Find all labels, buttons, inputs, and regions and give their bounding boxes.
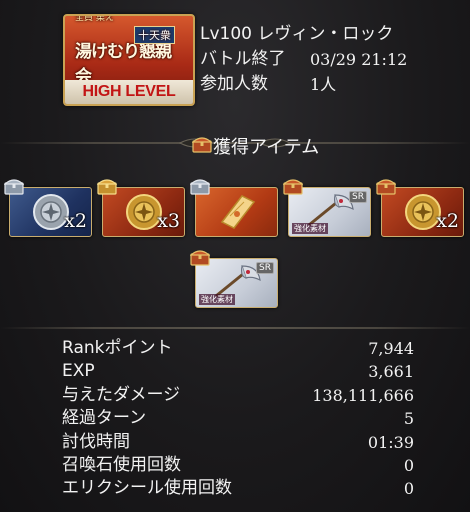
- result-value: 01:39: [367, 432, 414, 452]
- item-quantity: x3: [157, 210, 180, 232]
- result-row-rank-points: Rankポイント 7,944: [62, 337, 414, 360]
- gold-chest-icon: [97, 179, 117, 195]
- participants-value: 1人: [310, 75, 337, 94]
- battle-end-time: 03/29 21:12: [310, 50, 408, 69]
- result-value: 0: [403, 455, 414, 475]
- result-row-elixir-uses: エリクシール使用回数 0: [62, 477, 414, 500]
- red-chest-icon: [190, 250, 210, 266]
- results-divider: [0, 318, 470, 338]
- result-row-turns: 経過ターン 5: [62, 407, 414, 430]
- battle-end-row: バトル終了 03/29 21:12: [200, 47, 407, 72]
- item-quantity: x2: [436, 210, 459, 232]
- result-label: エリクシール使用回数: [62, 478, 232, 499]
- result-label: 経過ターン: [62, 408, 147, 429]
- rarity-badge: SR: [256, 262, 274, 274]
- rarity-badge: SR: [349, 191, 367, 203]
- result-value: 3,661: [368, 362, 414, 382]
- result-value: 7,944: [368, 339, 414, 358]
- scroll-icon: [220, 195, 256, 229]
- result-label: 与えたダメージ: [62, 384, 181, 405]
- result-row-clear-time: 討伐時間 01:39: [62, 431, 414, 454]
- result-row-summon-uses: 召喚石使用回数 0: [62, 454, 414, 477]
- silver-chest-icon: [190, 179, 210, 195]
- red-chest-icon: [376, 179, 396, 195]
- event-tag: 十天衆: [134, 26, 175, 44]
- battle-end-label: バトル終了: [200, 49, 286, 69]
- result-label: 召喚石使用回数: [62, 454, 181, 475]
- red-chest-icon: [283, 179, 303, 195]
- rewards-header: 獲得アイテム: [0, 128, 470, 162]
- result-value: 0: [403, 479, 414, 499]
- material-tag: 強化素材: [199, 294, 235, 305]
- event-banner: 全員 集え 十天衆 湯けむり懇親会 HIGH LEVEL: [63, 14, 195, 106]
- result-label: 討伐時間: [62, 431, 130, 452]
- results-list: Rankポイント 7,944 EXP 3,661 与えたダメージ 138,111…: [62, 337, 414, 501]
- material-tag: 強化素材: [292, 223, 328, 234]
- rewards-header-label: 獲得アイテム: [213, 137, 320, 158]
- participants-label: 参加人数: [200, 74, 268, 94]
- event-level-label: HIGH LEVEL: [65, 80, 193, 104]
- participants-row: 参加人数 1人: [200, 72, 393, 97]
- battle-info: Lv100 レヴィン・ロック バトル終了 03/29 21:12 参加人数 1人: [200, 22, 407, 97]
- event-sub-label: 全員 集え: [75, 14, 114, 23]
- result-label: Rankポイント: [62, 338, 173, 358]
- silver-chest-icon: [4, 179, 24, 195]
- treasure-chest-icon: [192, 137, 212, 153]
- result-row-damage: 与えたダメージ 138,111,666: [62, 384, 414, 407]
- result-label: EXP: [62, 361, 95, 382]
- event-banner-art: 全員 集え 十天衆 湯けむり懇親会: [75, 16, 181, 87]
- quest-name: Lv100 レヴィン・ロック: [200, 24, 394, 44]
- result-value: 138,111,666: [312, 385, 414, 405]
- item-quantity: x2: [64, 210, 87, 232]
- result-row-exp: EXP 3,661: [62, 360, 414, 383]
- result-value: 5: [403, 409, 414, 429]
